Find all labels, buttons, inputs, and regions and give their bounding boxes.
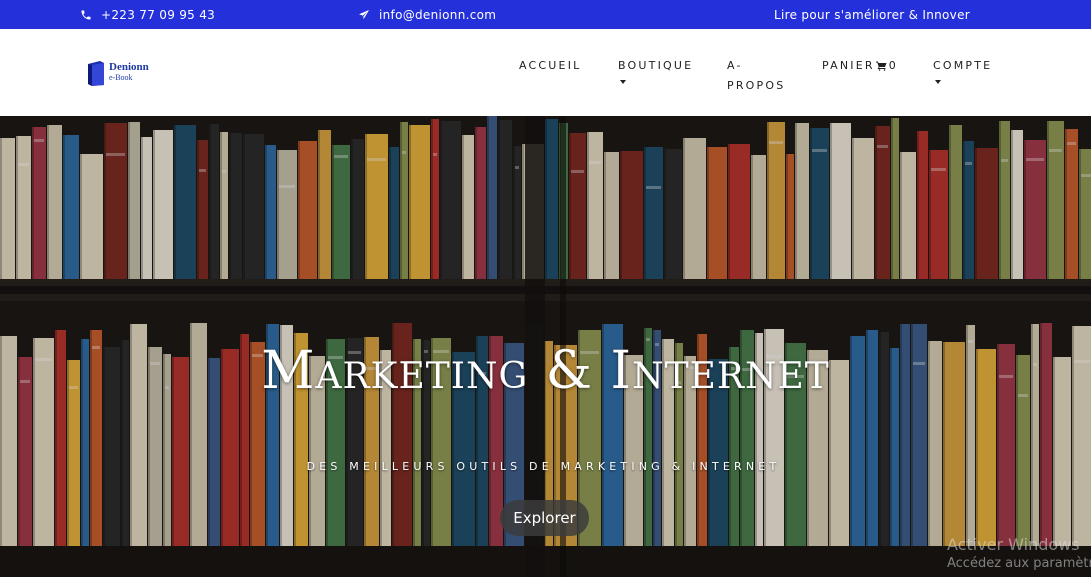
hero-banner: Marketing & Internet DES MEILLEURS OUTIL… (0, 116, 1091, 577)
explore-button[interactable]: Explorer (500, 500, 589, 536)
nav-accueil-label: ACCUEIL (519, 59, 582, 72)
top-contact-bar: +223 77 09 95 43 info@denionn.com Lire p… (0, 0, 1091, 29)
nav-compte[interactable]: COMPTE (933, 56, 992, 84)
watermark-line2: Accédez aux paramètres (947, 556, 1091, 571)
cart-icon (875, 61, 887, 71)
tagline-text: Lire pour s'améliorer & Innover (774, 7, 970, 22)
email-address: info@denionn.com (379, 7, 497, 22)
logo-brand: Denionn (109, 61, 149, 73)
nav-boutique-label: BOUTIQUE (618, 59, 694, 72)
nav-a-propos-line1: A- (727, 59, 743, 72)
phone-contact[interactable]: +223 77 09 95 43 (80, 0, 215, 29)
paper-plane-icon (359, 9, 369, 19)
nav-accueil[interactable]: ACCUEIL (519, 56, 581, 76)
logo-subtitle: e-Book (109, 73, 133, 82)
nav-a-propos[interactable]: A- PROPOS (727, 56, 787, 96)
cart-count: 0 (888, 59, 898, 72)
phone-icon (81, 10, 91, 19)
nav-compte-label: COMPTE (933, 59, 993, 72)
email-contact[interactable]: info@denionn.com (358, 0, 496, 29)
nav-boutique[interactable]: BOUTIQUE (618, 56, 693, 84)
chevron-down-icon (620, 80, 626, 84)
watermark-line1: Activer Windows (947, 535, 1080, 554)
chevron-down-icon (935, 80, 941, 84)
windows-activation-watermark: Activer Windows Accédez aux paramètres (947, 535, 1091, 571)
main-navbar: Denionn e-Book ACCUEIL BOUTIQUE A- PROPO… (0, 29, 1091, 116)
hero-title: Marketing & Internet (261, 341, 830, 401)
nav-panier[interactable]: PANIER 0 (822, 56, 898, 76)
nav-panier-label: PANIER (822, 59, 875, 72)
tagline: Lire pour s'améliorer & Innover (774, 0, 970, 29)
hero-subtitle: DES MEILLEURS OUTILS DE MARKETING & INTE… (306, 460, 781, 473)
nav-a-propos-line2: PROPOS (727, 79, 786, 92)
book-icon (88, 61, 104, 86)
phone-number: +223 77 09 95 43 (101, 7, 216, 22)
site-logo[interactable]: Denionn e-Book (86, 60, 160, 88)
